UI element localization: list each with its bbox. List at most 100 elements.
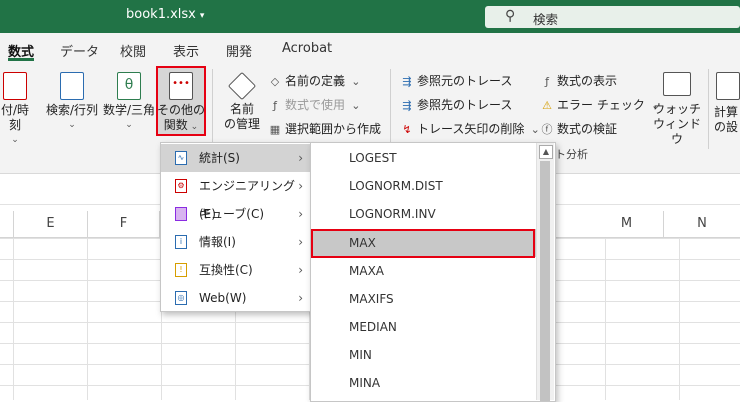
tab-acrobat[interactable]: Acrobat <box>282 41 332 56</box>
date-time-button[interactable]: 付/時刻 ⌄ <box>0 70 30 148</box>
info-icon: i <box>175 235 187 249</box>
function-item-median[interactable]: MEDIAN <box>311 313 537 341</box>
chevron-down-icon: ⌄ <box>351 99 361 112</box>
show-formulas-icon: ƒ <box>545 75 549 88</box>
calculator-icon <box>716 72 740 100</box>
column-header-e[interactable]: E <box>14 211 88 237</box>
watch-window-label-2: ウィンドウ <box>652 117 701 146</box>
tab-review[interactable]: 校閲 <box>120 41 146 60</box>
max-highlight <box>311 229 535 258</box>
engineering-icon: ⚙ <box>175 179 187 193</box>
glasses-icon <box>663 72 691 96</box>
function-item-lognorm-dist[interactable]: LOGNORM.DIST <box>311 172 537 200</box>
remove-arrows-button[interactable]: ↯ トレース矢印の削除 ⌄ <box>400 120 545 137</box>
evaluate-icon: ⓕ <box>541 123 553 136</box>
menu-item-web[interactable]: ◎ Web(W) › <box>161 284 311 312</box>
magnifier-book-icon <box>60 72 84 100</box>
title-bar: book1.xlsx ▾ ⚲ 検索 <box>0 0 740 33</box>
more-functions-label-2-text: 関数 <box>163 118 188 132</box>
function-item-label: MEDIAN <box>349 320 397 334</box>
function-category-menu: ∿ 統計(S) › ⚙ エンジニアリング(E) › キューブ(C) › i 情報(I) › !… <box>160 142 312 312</box>
name-manager-button[interactable]: 名前 の管理 <box>220 70 264 132</box>
trace-precedents-icon: ⇶ <box>402 75 412 88</box>
ribbon-separator <box>390 69 391 149</box>
statistical-functions-submenu: LOGEST LOGNORM.DIST LOGNORM.INV MAX MAXA… <box>310 142 556 402</box>
web-icon: ◎ <box>175 291 187 305</box>
error-checking-button[interactable]: ⚠ エラー チェック ⌄ <box>540 96 666 113</box>
ribbon-tabs: 数式 データ 校閲 表示 開発 Acrobat <box>0 33 740 63</box>
menu-item-cube[interactable]: キューブ(C) › <box>161 200 311 228</box>
lookup-button[interactable]: 検索/行列 ⌄ <box>44 70 100 133</box>
watch-window-button[interactable]: ウォッチ ウィンドウ <box>650 70 704 147</box>
tab-view[interactable]: 表示 <box>173 41 199 60</box>
function-item-label: LOGEST <box>349 151 397 165</box>
define-name-button[interactable]: ◇ 名前の定義 ⌄ <box>268 72 366 89</box>
menu-item-information[interactable]: i 情報(I) › <box>161 228 311 256</box>
more-functions-icon: ••• <box>169 72 193 100</box>
date-time-label: 付/時刻 <box>0 103 30 132</box>
search-box[interactable]: ⚲ 検索 <box>485 6 740 28</box>
chevron-down-icon: ⌄ <box>125 120 133 130</box>
calc-options-button[interactable]: 計算 の設 <box>714 70 740 135</box>
trace-dependents-button[interactable]: ⇶ 参照先のトレース <box>400 96 512 113</box>
more-functions-label-2: 関数 ⌄ <box>157 118 205 135</box>
menu-item-engineering[interactable]: ⚙ エンジニアリング(E) › <box>161 172 311 221</box>
function-item-maxifs[interactable]: MAXIFS <box>311 285 537 313</box>
menu-item-compatibility[interactable]: ! 互換性(C) › <box>161 256 311 284</box>
function-item-mina[interactable]: MINA <box>311 369 537 397</box>
function-item-min[interactable]: MIN <box>311 341 537 369</box>
function-item-label: MINA <box>349 376 381 390</box>
create-from-selection-button[interactable]: ▦ 選択範囲から作成 <box>268 120 381 137</box>
active-tab-indicator <box>8 58 34 61</box>
name-manager-label-2: の管理 <box>223 117 260 131</box>
ribbon-separator <box>708 69 709 149</box>
chevron-down-icon: ⌄ <box>187 122 199 132</box>
window-title[interactable]: book1.xlsx ▾ <box>126 7 204 22</box>
function-item-logest[interactable]: LOGEST <box>311 144 537 172</box>
name-manager-label-1: 名前 <box>229 102 254 116</box>
submenu-scrollbar[interactable]: ▲ <box>536 143 554 401</box>
ribbon-separator <box>212 69 213 149</box>
evaluate-formula-button[interactable]: ⓕ 数式の検証 <box>540 120 618 137</box>
math-button[interactable]: θ 数学/三角 ⌄ <box>102 70 156 133</box>
function-item-label: MIN <box>349 348 372 362</box>
chevron-down-icon: ⌄ <box>351 75 361 88</box>
trace-dependents-label: 参照先のトレース <box>417 98 513 112</box>
more-functions-button[interactable]: ••• その他の 関数 ⌄ <box>157 70 205 135</box>
math-label: 数学/三角 <box>102 103 156 117</box>
chevron-down-icon: ▾ <box>199 11 205 21</box>
watch-window-label-1: ウォッチ <box>652 102 701 116</box>
theta-icon: θ <box>117 72 141 100</box>
chevron-right-icon: › <box>298 291 303 305</box>
column-header-m[interactable]: M <box>590 211 664 237</box>
column-header-n[interactable]: N <box>664 211 740 237</box>
function-item-label: MAXA <box>349 264 384 278</box>
error-checking-label: エラー チェック <box>557 98 645 112</box>
menu-item-label: 情報(I) <box>199 235 236 249</box>
trace-dependents-icon: ⇶ <box>402 99 412 112</box>
column-header[interactable] <box>0 211 14 237</box>
column-header-f[interactable]: F <box>88 211 160 237</box>
trace-precedents-button[interactable]: ⇶ 参照元のトレース <box>400 72 512 89</box>
scroll-up-icon[interactable]: ▲ <box>539 145 553 159</box>
scrollbar-thumb[interactable] <box>540 161 550 401</box>
show-formulas-label: 数式の表示 <box>557 74 618 88</box>
menu-item-label: Web(W) <box>199 291 247 305</box>
chevron-right-icon: › <box>298 263 303 277</box>
define-name-label: 名前の定義 <box>285 74 346 88</box>
show-formulas-button[interactable]: ƒ 数式の表示 <box>540 72 617 89</box>
tag-icon <box>227 71 257 101</box>
use-in-formula-label: 数式で使用 <box>285 98 346 112</box>
function-item-maxa[interactable]: MAXA <box>311 257 537 285</box>
use-in-formula-button[interactable]: ƒ 数式で使用 ⌄ <box>268 96 366 113</box>
clock-icon <box>3 72 27 100</box>
tab-data[interactable]: データ <box>60 41 99 60</box>
tab-developer[interactable]: 開発 <box>226 41 252 60</box>
function-item-label: LOGNORM.INV <box>349 207 436 221</box>
chevron-down-icon: ⌄ <box>11 135 19 145</box>
remove-arrows-icon: ↯ <box>402 123 412 136</box>
function-item-lognorm-inv[interactable]: LOGNORM.INV <box>311 200 537 228</box>
compatibility-icon: ! <box>175 263 187 277</box>
menu-item-statistical[interactable]: ∿ 統計(S) › <box>161 144 311 172</box>
chevron-down-icon: ⌄ <box>68 120 76 130</box>
